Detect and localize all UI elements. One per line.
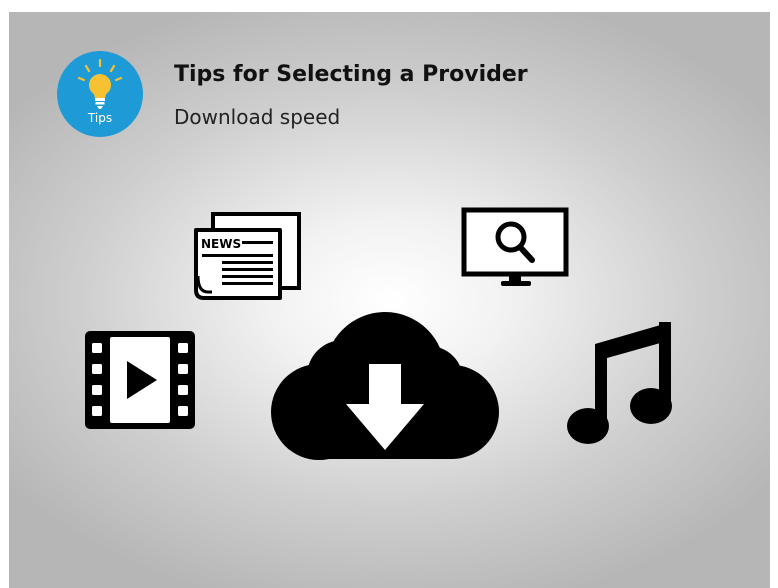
video-film-icon [85,331,195,429]
tips-badge: Tips [57,51,143,137]
newspaper-icon: NEWS [194,212,301,300]
tips-badge-label: Tips [87,111,113,125]
slide: Tips Tips for Selecting a Provider Downl… [9,12,770,588]
news-label: NEWS [201,237,241,251]
page-title: Tips for Selecting a Provider [174,62,528,87]
page-subtitle: Download speed [174,105,341,129]
monitor-search-icon [461,207,569,286]
cloud-download-icon [271,312,499,460]
music-note-icon [567,322,672,444]
